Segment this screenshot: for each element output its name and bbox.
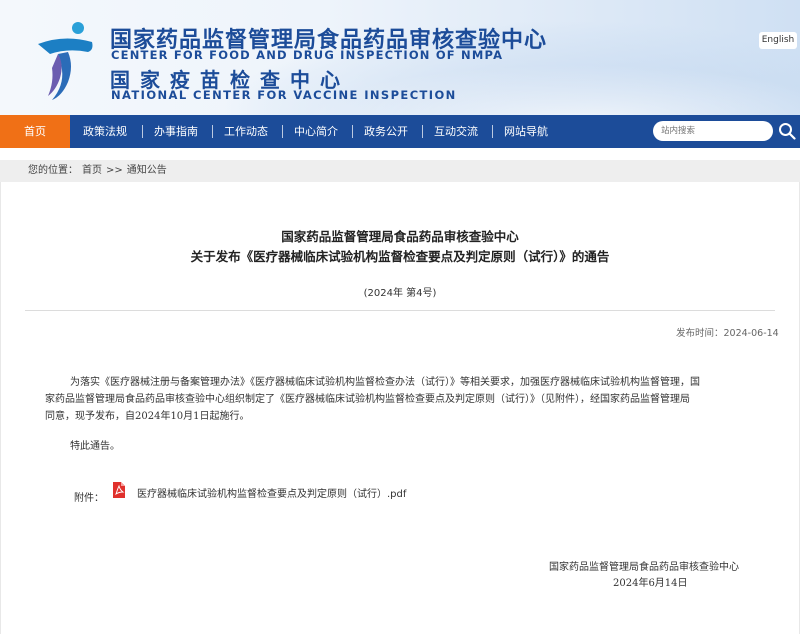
site-title-en: CENTER FOR FOOD AND DRUG INSPECTION OF N… bbox=[111, 48, 504, 62]
nav-news[interactable]: 工作动态 bbox=[213, 115, 279, 148]
search-icon[interactable] bbox=[778, 122, 796, 140]
breadcrumb-current[interactable]: 通知公告 bbox=[127, 165, 167, 176]
closing-text: 特此通告。 bbox=[70, 441, 120, 452]
breadcrumb-separator: >> bbox=[106, 165, 123, 176]
breadcrumb-bar: 您的位置： 首页 >> 通知公告 bbox=[0, 160, 800, 182]
article-title-line-1: 国家药品监督管理局食品药品审核查验中心 bbox=[281, 229, 519, 244]
article-title-line-2: 关于发布《医疗器械临床试验机构监督检查要点及判定原则（试行）》的通告 bbox=[190, 249, 610, 264]
attachment-link[interactable]: 医疗器械临床试验机构监督检查要点及判定原则（试行）.pdf bbox=[137, 485, 406, 500]
article-body: 为落实《医疗器械注册与备案管理办法》《医疗器械临床试验机构监督检查办法（试行）》… bbox=[45, 374, 760, 425]
nav-policy[interactable]: 政策法规 bbox=[72, 115, 138, 148]
nav-about[interactable]: 中心简介 bbox=[283, 115, 349, 148]
breadcrumb: 您的位置： 首页 >> 通知公告 bbox=[28, 160, 171, 182]
logo-icon[interactable] bbox=[34, 20, 98, 102]
body-line: 同意，现予发布，自2024年10月1日起施行。 bbox=[45, 411, 250, 422]
breadcrumb-home[interactable]: 首页 bbox=[82, 165, 102, 176]
divider bbox=[25, 310, 775, 311]
signature-date: 2024年6月14日 bbox=[613, 578, 688, 589]
nav-guide[interactable]: 办事指南 bbox=[143, 115, 209, 148]
signature-org: 国家药品监督管理局食品药品审核查验中心 bbox=[549, 562, 739, 573]
nav-interact[interactable]: 互动交流 bbox=[423, 115, 489, 148]
pdf-icon[interactable] bbox=[112, 482, 126, 498]
english-button[interactable]: English bbox=[759, 32, 797, 49]
nav-sitemap[interactable]: 网站导航 bbox=[493, 115, 559, 148]
nav-public[interactable]: 政务公开 bbox=[353, 115, 419, 148]
body-line: 家药品监督管理局食品药品审核查验中心组织制定了《医疗器械临床试验机构监督检查要点… bbox=[45, 394, 690, 405]
nav-home[interactable]: 首页 bbox=[0, 115, 70, 148]
attachment-label: 附件： bbox=[74, 493, 104, 504]
breadcrumb-prefix: 您的位置： bbox=[28, 165, 78, 176]
site-header: 国家药品监督管理局食品药品审核查验中心 CENTER FOR FOOD AND … bbox=[0, 0, 800, 115]
site-subtitle-en: NATIONAL CENTER FOR VACCINE INSPECTION bbox=[111, 88, 457, 102]
publish-date: 发布时间：2024-06-14 bbox=[676, 328, 779, 339]
body-line: 为落实《医疗器械注册与备案管理办法》《医疗器械临床试验机构监督检查办法（试行）》… bbox=[70, 377, 700, 388]
search-input[interactable] bbox=[653, 121, 773, 141]
document-number: (2024年 第4号) bbox=[363, 288, 437, 299]
